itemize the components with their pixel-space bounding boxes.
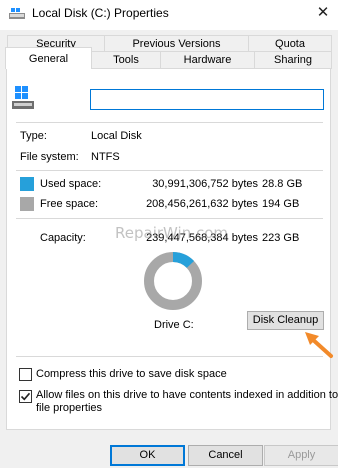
used-space-swatch (20, 177, 34, 191)
type-label: Type: (20, 130, 47, 142)
tab-tools[interactable]: Tools (91, 51, 161, 69)
divider (16, 218, 323, 219)
capacity-size: 223 GB (262, 232, 300, 244)
file-system-value: NTFS (91, 151, 120, 163)
pointer-arrow-icon (305, 332, 333, 358)
capacity-label: Capacity: (40, 232, 86, 244)
disk-cleanup-button[interactable]: Disk Cleanup (247, 311, 324, 330)
drive-label: Drive C: (154, 319, 194, 331)
tab-sharing[interactable]: Sharing (254, 51, 332, 69)
type-value: Local Disk (91, 130, 142, 142)
free-space-size: 194 GB (262, 198, 300, 210)
disk-usage-donut (144, 252, 202, 310)
compress-checkbox[interactable] (19, 368, 32, 381)
watermark: RepairWin.com (115, 224, 229, 242)
checkmark-icon (20, 392, 31, 401)
title-bar: Local Disk (C:) Properties ✕ (0, 0, 338, 30)
used-space-bytes: 30,991,306,752 bytes (152, 178, 258, 190)
free-space-bytes: 208,456,261,632 bytes (146, 198, 258, 210)
cancel-button[interactable]: Cancel (188, 445, 263, 466)
drive-icon (12, 86, 34, 109)
free-space-label: Free space: (40, 198, 99, 210)
file-system-label: File system: (20, 151, 79, 163)
tab-hardware[interactable]: Hardware (160, 51, 255, 69)
divider (16, 356, 323, 357)
drive-title-icon (9, 8, 25, 19)
index-checkbox[interactable] (19, 390, 32, 403)
tab-general[interactable]: General (5, 47, 92, 69)
ok-button[interactable]: OK (110, 445, 185, 466)
index-label-line2: file properties (36, 402, 103, 414)
compress-label: Compress this drive to save disk space (36, 368, 227, 380)
index-label-line1: Allow files on this drive to have conten… (36, 389, 338, 401)
free-space-swatch (20, 197, 34, 211)
window-title: Local Disk (C:) Properties (32, 6, 169, 20)
used-space-label: Used space: (40, 178, 102, 190)
divider (16, 170, 323, 171)
divider (16, 122, 323, 123)
drive-name-field[interactable] (90, 89, 324, 110)
close-button[interactable]: ✕ (312, 3, 334, 23)
used-space-size: 28.8 GB (262, 178, 303, 190)
apply-button[interactable]: Apply (264, 445, 338, 466)
